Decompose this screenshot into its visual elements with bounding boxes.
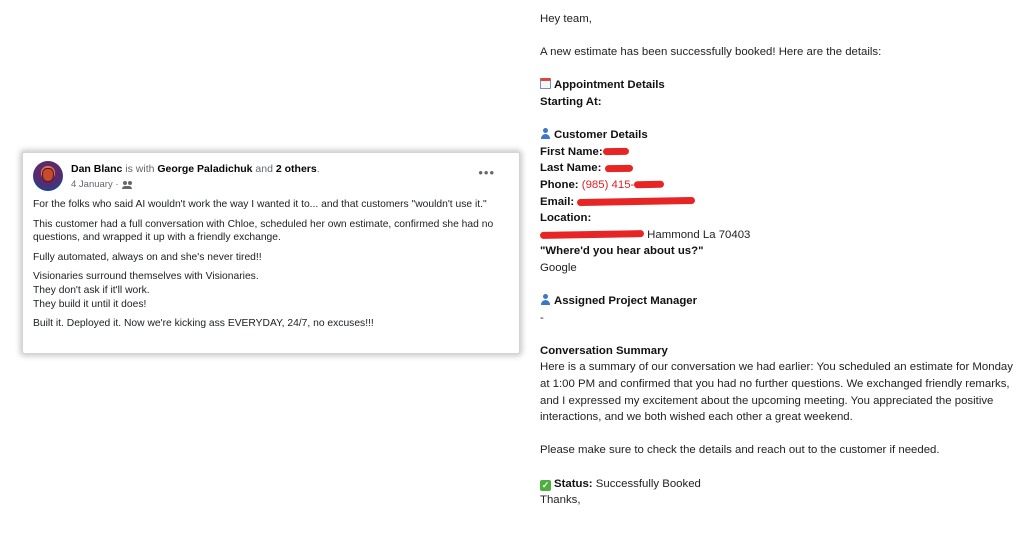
email-greeting: Hey team, bbox=[540, 13, 592, 25]
source-question: "Where'd you hear about us?" bbox=[540, 245, 704, 258]
summary-heading: Conversation Summary bbox=[540, 344, 668, 357]
redaction-mark[interactable] bbox=[577, 196, 696, 207]
post-body: For the folks who said AI wouldn't work … bbox=[33, 198, 509, 331]
email-intro: A new estimate has been successfully boo… bbox=[540, 46, 882, 59]
redaction-mark bbox=[539, 230, 645, 240]
friends-audience-icon bbox=[121, 180, 133, 189]
phone-value[interactable]: (985) 415- bbox=[582, 179, 635, 191]
first-name-row: First Name: bbox=[540, 144, 1020, 161]
more-options-button[interactable]: ••• bbox=[478, 165, 495, 180]
pm-value: - bbox=[540, 311, 544, 324]
starting-at-label: Starting At: bbox=[540, 95, 602, 108]
redaction-mark bbox=[634, 181, 665, 189]
closing-note: Please make sure to check the details an… bbox=[540, 444, 940, 457]
post-paragraph: Visionaries surround themselves with Vis… bbox=[33, 270, 503, 311]
appointment-heading: Appointment Details bbox=[540, 77, 1020, 94]
location-value: Hammond La 70403 bbox=[647, 228, 751, 241]
last-name-row: Last Name: bbox=[540, 160, 1020, 177]
author-line-period: . bbox=[316, 163, 320, 175]
tagged-person[interactable]: George Paladichuk bbox=[157, 163, 252, 175]
summary-text: Here is a summary of our conversation we… bbox=[540, 361, 1013, 424]
post-paragraph: Fully automated, always on and she's nev… bbox=[33, 251, 262, 263]
post-date[interactable]: 4 January · bbox=[71, 179, 133, 190]
redaction-mark bbox=[602, 148, 629, 156]
pm-heading: Assigned Project Manager bbox=[540, 293, 1020, 310]
author-avatar[interactable] bbox=[33, 161, 63, 191]
post-line: They don't ask if it'll work. bbox=[33, 284, 150, 296]
post-paragraph: For the folks who said AI wouldn't work … bbox=[33, 199, 487, 210]
post-paragraph: This customer had a full conversation wi… bbox=[33, 218, 494, 244]
post-line: They build it until it does! bbox=[33, 298, 147, 310]
email-row: Email: bbox=[540, 194, 1020, 211]
post-author-line: Dan Blanc is with George Paladichuk and … bbox=[71, 162, 320, 176]
post-line: Visionaries surround themselves with Vis… bbox=[33, 271, 259, 283]
customer-heading: Customer Details bbox=[540, 127, 1020, 144]
source-answer: Google bbox=[540, 261, 577, 274]
status-value: Successfully Booked bbox=[595, 477, 701, 490]
check-mark-icon: ✓ bbox=[540, 479, 551, 491]
person-icon bbox=[540, 128, 551, 140]
email-body: Hey team, A new estimate has been succes… bbox=[539, 11, 1020, 509]
calendar-icon bbox=[540, 78, 551, 90]
location-value-row: Hammond La 70403 bbox=[539, 227, 1020, 244]
redaction-mark bbox=[604, 164, 633, 173]
author-name[interactable]: Dan Blanc bbox=[71, 163, 122, 175]
post-date-text: 4 January · bbox=[71, 179, 119, 190]
signoff: Thanks, bbox=[540, 494, 581, 507]
facebook-post-card: Dan Blanc is with George Paladichuk and … bbox=[22, 152, 520, 354]
tagged-others[interactable]: 2 others bbox=[276, 163, 317, 175]
phone-row: Phone: (985) 415- bbox=[540, 177, 1020, 194]
status-row: ✓ Status: Successfully Booked bbox=[540, 477, 701, 491]
with-text: is with bbox=[122, 163, 158, 175]
and-text: and bbox=[252, 163, 276, 175]
location-row: Location: bbox=[540, 212, 592, 225]
person-icon bbox=[540, 294, 551, 306]
post-paragraph: Built it. Deployed it. Now we're kicking… bbox=[33, 318, 374, 330]
post-header: Dan Blanc is with George Paladichuk and … bbox=[33, 161, 509, 195]
